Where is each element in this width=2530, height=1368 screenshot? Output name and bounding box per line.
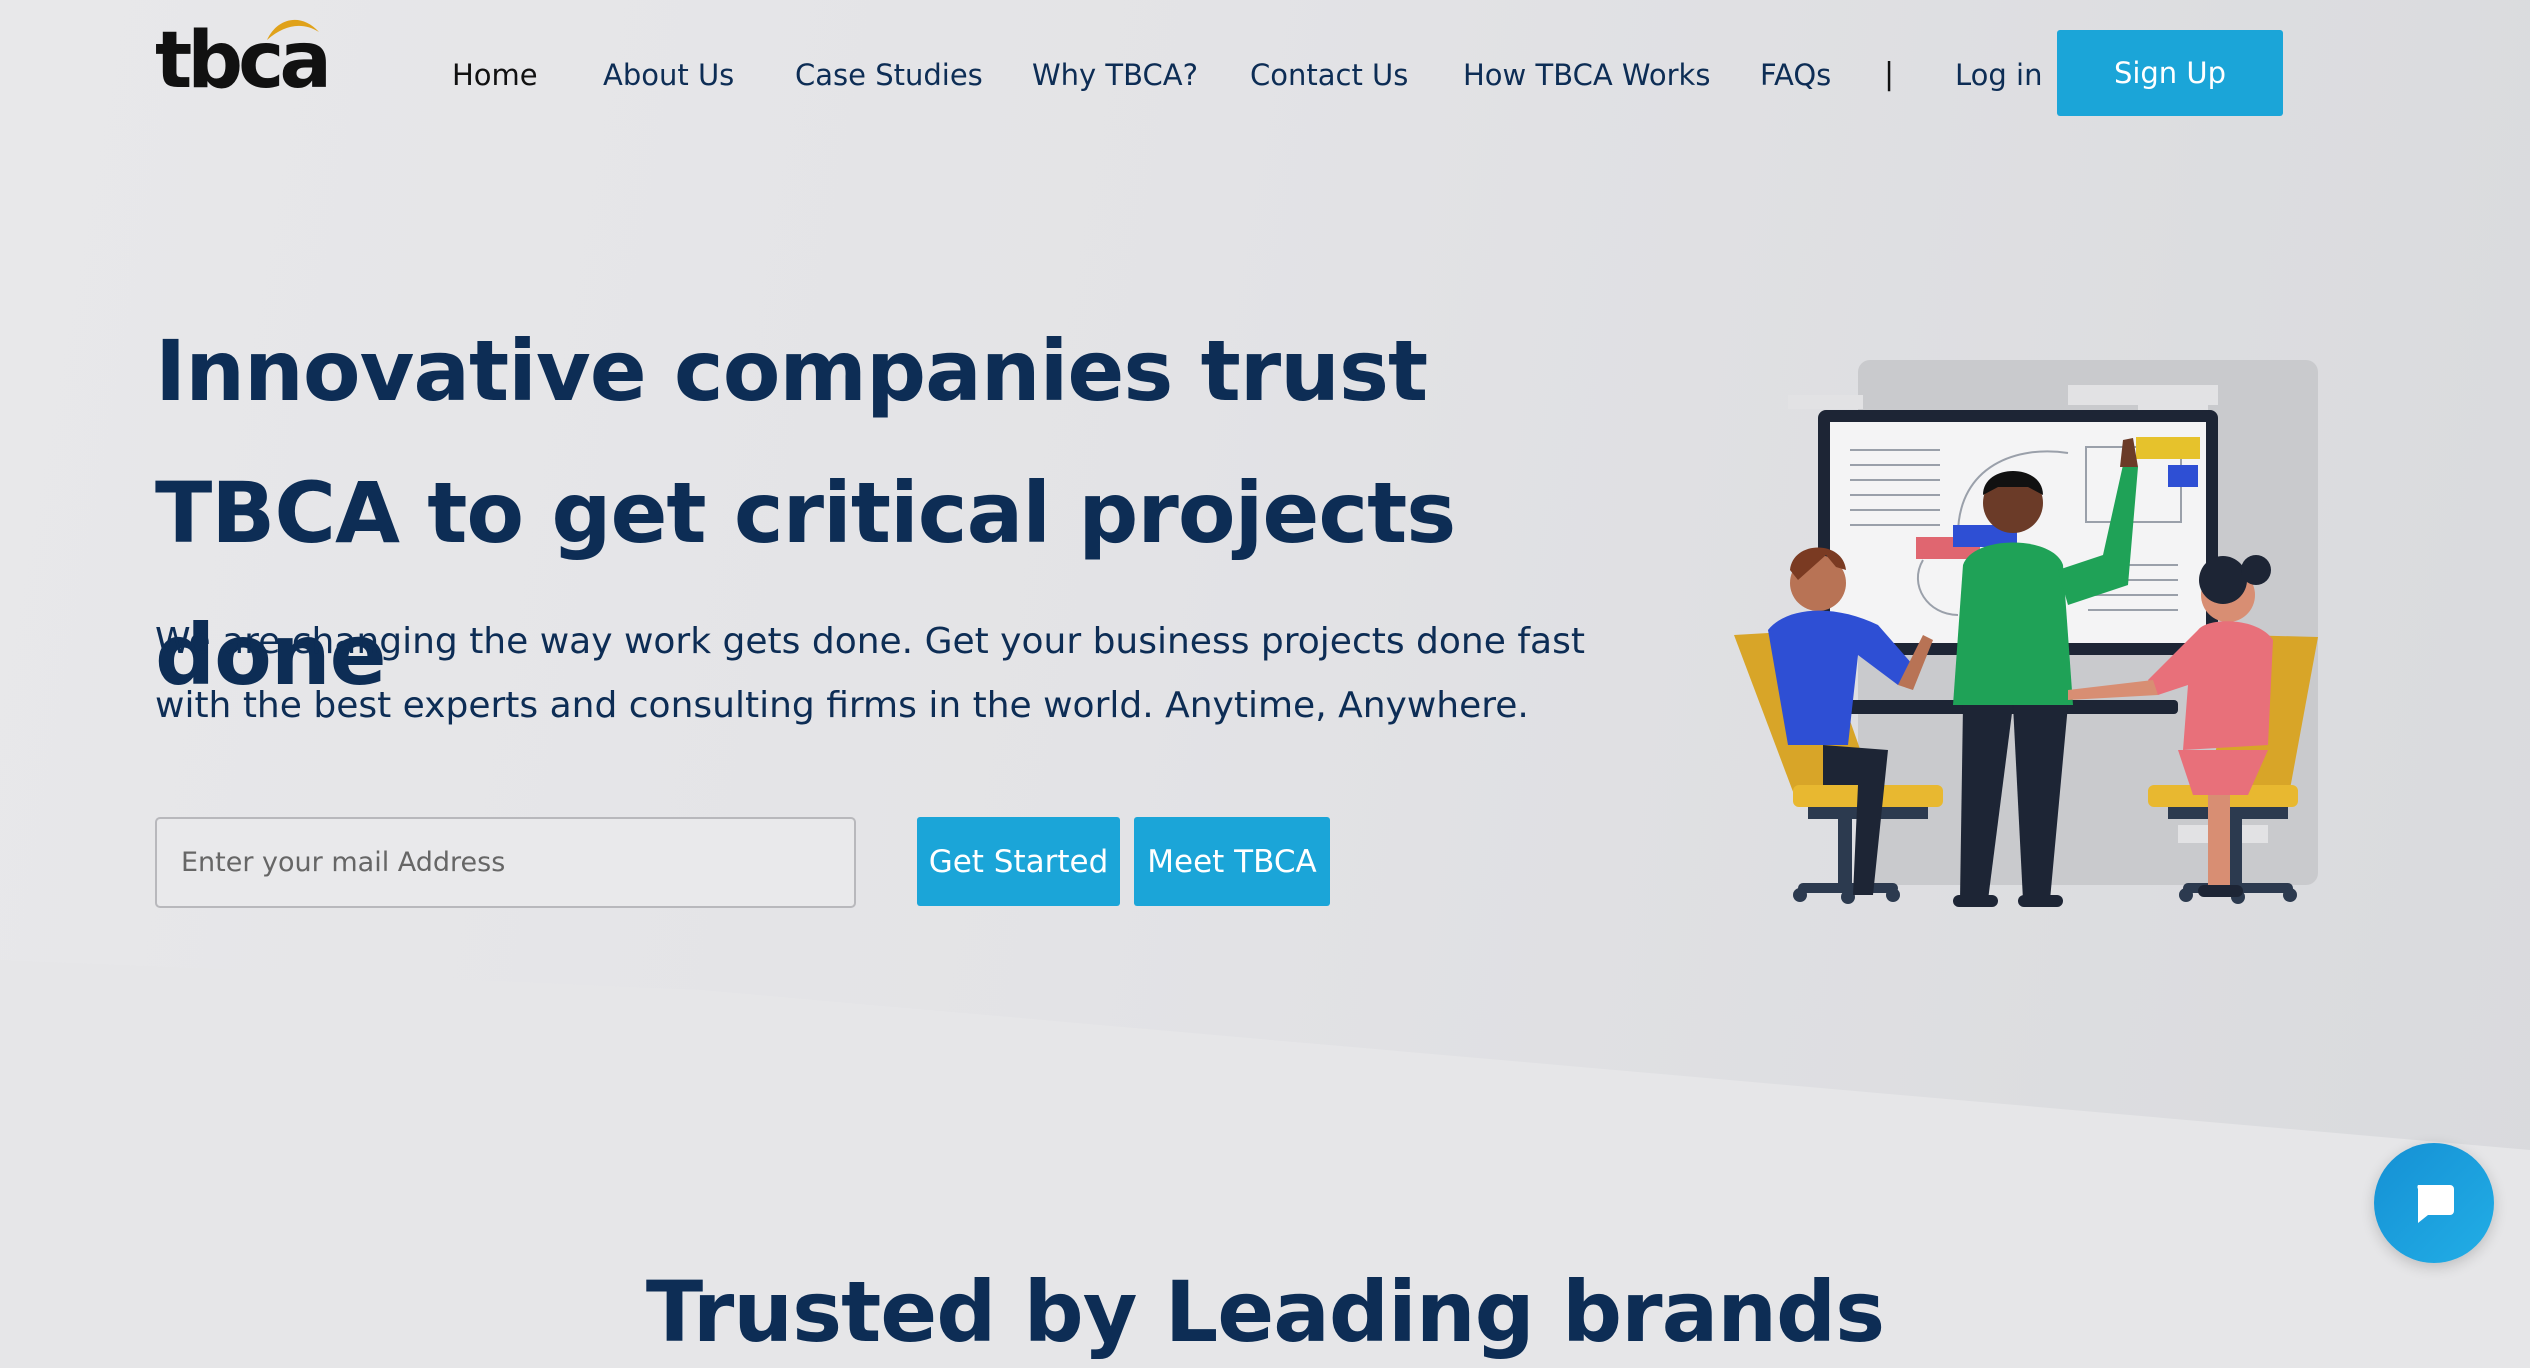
get-started-button[interactable]: Get Started xyxy=(917,817,1120,906)
nav-case-studies[interactable]: Case Studies xyxy=(795,45,983,105)
signup-button[interactable]: Sign Up xyxy=(2057,30,2283,116)
nav-separator: | xyxy=(1884,57,1895,92)
meet-tbca-button[interactable]: Meet TBCA xyxy=(1134,817,1330,906)
chat-bubble-icon xyxy=(2417,1185,2454,1223)
tbca-logo[interactable]: tbca xyxy=(155,10,332,100)
nav-about-us[interactable]: About Us xyxy=(603,45,734,105)
nav-home[interactable]: Home xyxy=(452,45,538,105)
nav-contact-us[interactable]: Contact Us xyxy=(1250,45,1408,105)
hero-subtitle: We are changing the way work gets done. … xyxy=(155,621,1585,726)
nav-how-tbca-works[interactable]: How TBCA Works xyxy=(1463,45,1710,105)
login-link[interactable]: Log in xyxy=(1955,45,2042,105)
nav-why-tbca[interactable]: Why TBCA? xyxy=(1032,45,1198,105)
nav-faqs[interactable]: FAQs xyxy=(1760,45,1831,105)
chat-widget-button[interactable] xyxy=(2374,1143,2494,1263)
email-input[interactable] xyxy=(155,817,856,908)
trusted-brands-title: Trusted by Leading brands xyxy=(645,1263,1885,1361)
team-meeting-illustration xyxy=(1734,360,2318,907)
logo-swoosh-icon xyxy=(267,19,319,40)
